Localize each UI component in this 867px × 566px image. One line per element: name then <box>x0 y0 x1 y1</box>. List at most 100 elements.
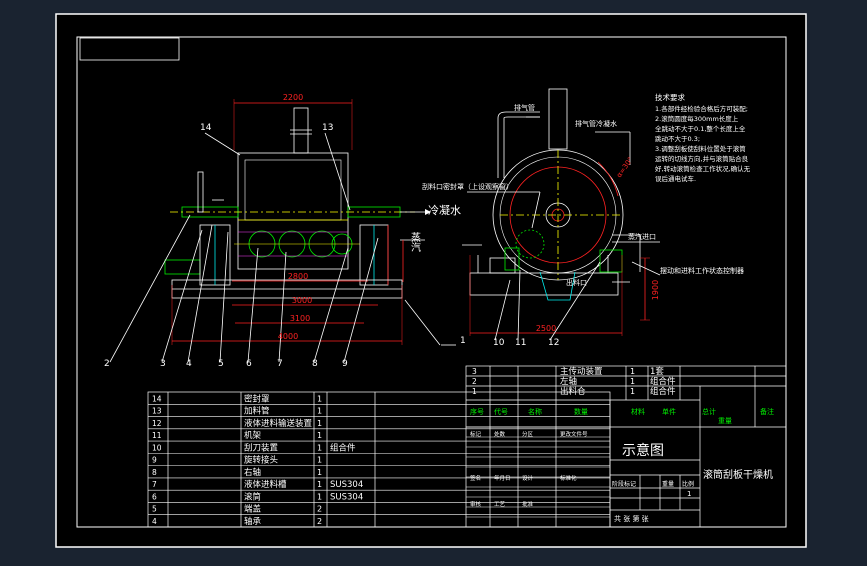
bom-qty: 1 <box>630 377 635 386</box>
title-row-label: 更改文件号 <box>560 430 588 438</box>
tech-note-line: 1.各部件经检验合格后方可装配; <box>655 104 748 113</box>
title-weight: 重量 <box>662 480 674 488</box>
balloon-3: 3 <box>160 359 166 369</box>
bom-qty: 1 <box>630 367 635 376</box>
balloon-11: 11 <box>515 338 526 348</box>
title-scale-value: 1 <box>687 490 691 498</box>
label-sealing-cover: 刮料口密封罩（上设观察窗） <box>422 182 513 191</box>
tech-note-line: 2.滚筒圆度每300mm长度上 <box>655 114 739 123</box>
label-outlet: 出料口 <box>566 278 587 287</box>
label-steam: 蒸汽 <box>409 232 421 252</box>
label-14: 14 <box>200 123 212 133</box>
balloon-10: 10 <box>493 338 505 348</box>
dim-top: 2200 <box>283 93 303 102</box>
bom-material: 组合件 <box>330 442 356 453</box>
bom-material: SUS304 <box>330 480 363 490</box>
bom-name: 主传动装置 <box>560 366 603 377</box>
bom-qty: 1 <box>317 431 322 440</box>
bom-no: 1 <box>472 387 477 396</box>
title-sheet-info: 共 张 第 张 <box>614 514 649 523</box>
bom-no: 13 <box>152 407 162 416</box>
bom-qty: 1 <box>317 394 322 403</box>
label-bearing-note: 摆动和进料工作状态控制器 <box>660 266 744 275</box>
dim-side-right: 1900 <box>651 280 660 300</box>
bom-header-cell: 序号 <box>470 407 484 416</box>
balloon-12: 12 <box>548 338 559 348</box>
label-exhaust-cooling: 排气管冷凝水 <box>575 119 617 128</box>
bom-header-cell: 名称 <box>528 407 542 416</box>
bom-qty: 1 <box>317 480 322 489</box>
bom-no: 2 <box>472 377 477 386</box>
title-row-label: 处数 <box>494 430 506 438</box>
label-exhaust-pipe: 排气管 <box>514 103 535 112</box>
dim-mid1: 2800 <box>288 272 308 281</box>
bom-name: 滚筒 <box>244 491 261 502</box>
bom-material: 组合件 <box>650 386 676 397</box>
bom-header-cell: 备注 <box>760 407 774 416</box>
drawing-canvas: 2200 2800 3000 3100 4000 14 13 冷凝水 蒸汽 23… <box>0 0 867 562</box>
title-scale: 比例 <box>682 480 694 488</box>
bom-name: 机架 <box>244 430 262 441</box>
bom-header-cell: 代号 <box>494 407 508 416</box>
bom-no: 4 <box>152 517 157 526</box>
bom-no: 10 <box>152 443 162 452</box>
title-row-label: 审核 <box>470 500 482 508</box>
side-balloons: 10 11 12 <box>493 338 559 348</box>
bom-qty: 1 <box>630 387 635 396</box>
balloon-7: 7 <box>277 359 283 369</box>
bom-no: 7 <box>152 480 157 489</box>
cad-viewport: 2200 2800 3000 3100 4000 14 13 冷凝水 蒸汽 23… <box>0 0 867 562</box>
bom-name: 右轴 <box>244 467 261 478</box>
tech-note-line: 误后通电试车. <box>655 174 696 183</box>
bom-header-cell: 总计 <box>702 407 716 416</box>
tech-note-line: 3.调整刮板使刮料位置处于滚筒 <box>655 144 746 153</box>
bom-name: 液体进料槽 <box>244 479 287 490</box>
bom-qty: 2 <box>317 517 322 526</box>
title-machine: 滚筒刮板干燥机 <box>703 468 773 481</box>
bom-header-sub: 重量 <box>718 417 732 425</box>
balloon-1: 1 <box>460 336 466 346</box>
bom-header-cell: 数量 <box>574 407 588 416</box>
title-row-label: 工艺 <box>494 501 506 508</box>
title-sketch: 示意图 <box>622 442 664 459</box>
bom-no: 8 <box>152 468 157 477</box>
balloon-4: 4 <box>186 359 192 369</box>
bom-material: 1套 <box>650 366 664 377</box>
bom-no: 14 <box>152 394 162 403</box>
balloon-8: 8 <box>312 359 318 369</box>
bom-qty: 2 <box>317 505 322 514</box>
tech-notes-title: 技术要求 <box>655 92 685 102</box>
title-row-label: 签名 <box>470 474 481 482</box>
tech-note-line: 好,转动滚筒检查工作状况,确认无 <box>655 164 751 173</box>
label-steam-inlet: 蒸汽进口 <box>628 232 656 241</box>
dim-side-bottom: 2500 <box>536 324 556 333</box>
bom-name: 密封罩 <box>244 393 270 404</box>
title-row-label: 批准 <box>522 500 534 508</box>
bom-qty: 1 <box>317 456 322 465</box>
bom-name: 加料管 <box>244 406 270 417</box>
title-row-label: 设计 <box>522 474 534 482</box>
bom-name: 端盖 <box>244 504 262 515</box>
bom-material: SUS304 <box>330 492 363 502</box>
balloon-6: 6 <box>246 359 252 369</box>
sheet-border <box>55 13 807 548</box>
balloon-2: 2 <box>104 359 110 369</box>
bom-header-cell: 单件 <box>662 407 676 416</box>
bom-qty: 1 <box>317 407 322 416</box>
bom-no: 9 <box>152 456 157 465</box>
title-row-label: 标准化 <box>560 474 577 482</box>
title-row-label: 标记 <box>470 430 482 438</box>
tech-note-line: 跳动不大于0.3; <box>655 134 700 143</box>
bom-qty: 1 <box>317 468 322 477</box>
title-stage-mark: 阶段标记 <box>612 480 636 488</box>
bom-qty: 1 <box>317 492 322 501</box>
title-row-label: 年月日 <box>494 474 511 482</box>
bom-no: 6 <box>152 492 157 501</box>
label-13: 13 <box>322 123 333 133</box>
bom-qty: 1 <box>317 419 322 428</box>
bom-name: 左轴 <box>560 376 577 387</box>
dim-mid3: 3100 <box>290 314 310 323</box>
bom-no: 5 <box>152 505 157 514</box>
tech-note-line: 运转的切线方向,并与滚筒贴合良 <box>655 154 749 163</box>
bom-material: 组合件 <box>650 376 676 387</box>
